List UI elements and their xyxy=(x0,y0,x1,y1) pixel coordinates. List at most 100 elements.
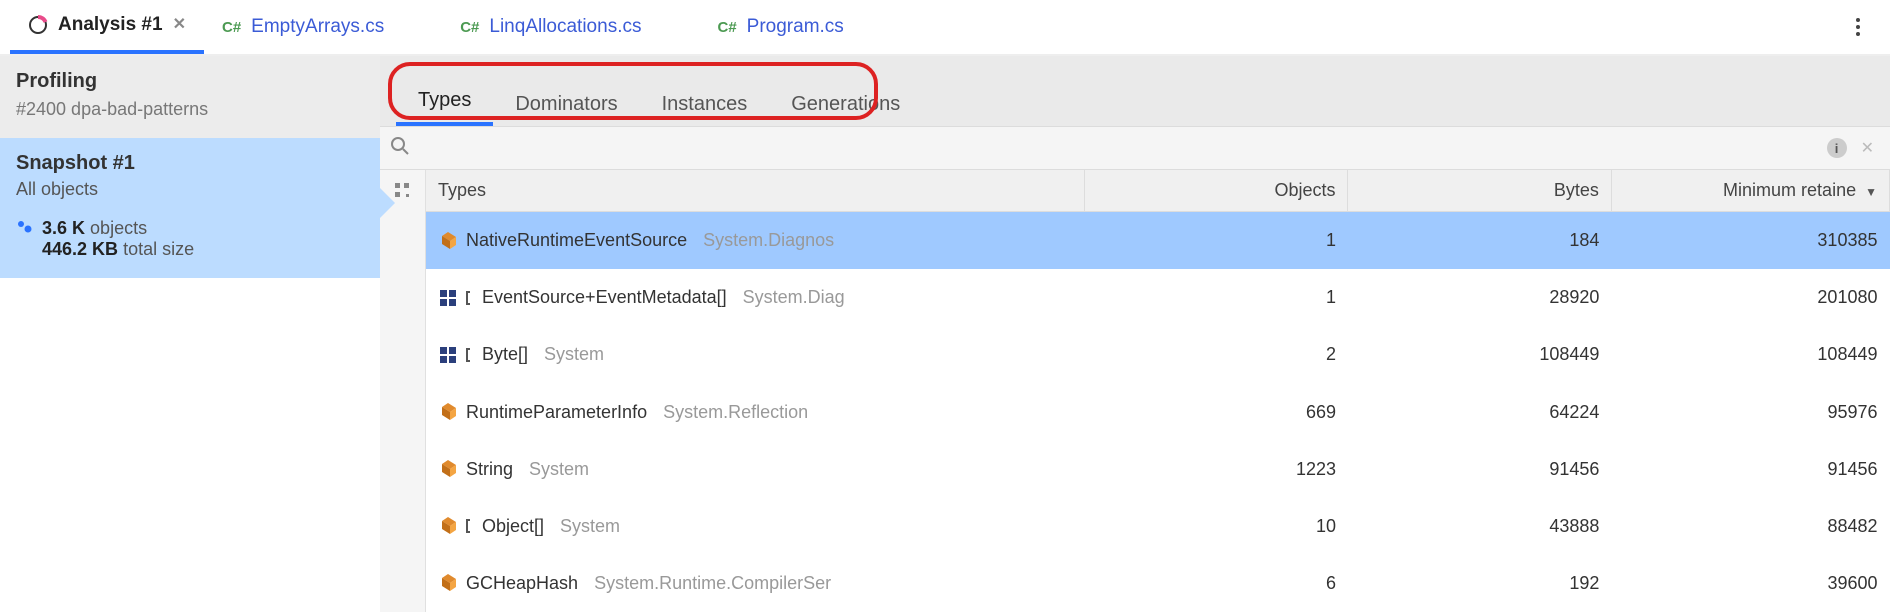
close-icon[interactable]: ✕ xyxy=(173,17,186,33)
type-namespace: System.Diagnos xyxy=(703,230,834,251)
type-name: String xyxy=(466,459,513,480)
cell-objects: 1223 xyxy=(1085,441,1348,498)
cell-objects: 6 xyxy=(1085,555,1348,612)
csharp-icon: C# xyxy=(717,19,736,36)
cell-objects: 2 xyxy=(1085,326,1348,383)
view-tab-types[interactable]: Types xyxy=(396,75,493,126)
tab-file-2[interactable]: C# Program.cs xyxy=(699,0,861,54)
table-row[interactable]: EventSource+EventMetadata[] System.Diag 12… xyxy=(426,269,1890,326)
cell-objects: 669 xyxy=(1085,384,1348,441)
cell-retained: 39600 xyxy=(1611,555,1889,612)
cell-bytes: 28920 xyxy=(1348,269,1611,326)
types-table: Types Objects Bytes Minimum retaine ▼ Na… xyxy=(426,170,1890,612)
search-input[interactable] xyxy=(418,139,1819,157)
info-icon[interactable]: i xyxy=(1827,138,1847,158)
type-namespace: System xyxy=(544,344,604,365)
analysis-icon xyxy=(28,15,48,35)
cell-bytes: 192 xyxy=(1348,555,1611,612)
cell-retained: 88482 xyxy=(1611,498,1889,555)
clear-search-icon[interactable]: ✕ xyxy=(1855,138,1880,158)
content-area: Types Dominators Instances Generations i… xyxy=(380,56,1890,612)
class-icon xyxy=(438,231,458,251)
profiling-subtitle: #2400 dpa-bad-patterns xyxy=(16,99,364,120)
view-tab-instances[interactable]: Instances xyxy=(640,79,770,126)
col-types[interactable]: Types xyxy=(426,170,1085,212)
table-row[interactable]: NativeRuntimeEventSourceSystem.Diagnos11… xyxy=(426,212,1890,270)
type-cell: NativeRuntimeEventSource System.Diagnos xyxy=(426,212,1085,270)
array-badge-icon xyxy=(464,518,474,534)
class-icon xyxy=(438,459,458,479)
type-namespace: System.Reflection xyxy=(663,402,808,423)
cell-bytes: 64224 xyxy=(1348,384,1611,441)
type-name: Object[] xyxy=(482,516,544,537)
type-name: NativeRuntimeEventSource xyxy=(466,230,687,251)
snapshot-block[interactable]: Snapshot #1 All objects 3.6 K objects 44… xyxy=(0,138,380,278)
snapshot-stats: 3.6 K objects 446.2 KB total size xyxy=(16,218,364,260)
snapshot-title: Snapshot #1 xyxy=(16,152,364,175)
cell-bytes: 43888 xyxy=(1348,498,1611,555)
cell-bytes: 184 xyxy=(1348,212,1611,270)
type-namespace: System xyxy=(529,459,589,480)
main-area: Profiling #2400 dpa-bad-patterns Snapsho… xyxy=(0,56,1890,612)
tab-file-1[interactable]: C# LinqAllocations.cs xyxy=(442,0,659,54)
tab-file-2-label: Program.cs xyxy=(747,16,844,38)
editor-tab-strip: Analysis #1 ✕ C# EmptyArrays.cs C# LinqA… xyxy=(0,0,1890,56)
tab-file-0[interactable]: C# EmptyArrays.cs xyxy=(204,0,402,54)
kebab-menu-icon[interactable] xyxy=(1836,18,1880,36)
types-table-wrap: Types Objects Bytes Minimum retaine ▼ Na… xyxy=(380,170,1890,612)
struct-icon xyxy=(438,345,458,365)
type-cell: Object[] System xyxy=(426,498,1085,555)
cell-retained: 91456 xyxy=(1611,441,1889,498)
cell-retained: 95976 xyxy=(1611,384,1889,441)
type-namespace: System xyxy=(560,516,620,537)
view-tab-generations[interactable]: Generations xyxy=(769,79,922,126)
col-objects[interactable]: Objects xyxy=(1085,170,1348,212)
search-row: i ✕ xyxy=(380,126,1890,170)
objects-icon xyxy=(16,218,34,236)
cell-objects: 10 xyxy=(1085,498,1348,555)
class-icon xyxy=(438,402,458,422)
type-name: Byte[] xyxy=(482,344,528,365)
view-tabs: Types Dominators Instances Generations xyxy=(380,56,1890,126)
view-tab-dominators[interactable]: Dominators xyxy=(493,79,639,126)
class-icon xyxy=(438,573,458,593)
array-badge-icon xyxy=(464,290,474,306)
table-row[interactable]: Object[] System 104388888482 xyxy=(426,498,1890,555)
class-icon xyxy=(438,516,458,536)
cell-retained: 310385 xyxy=(1611,212,1889,270)
type-cell: String System xyxy=(426,441,1085,498)
type-cell: GCHeapHash System.Runtime.CompilerSer xyxy=(426,555,1085,612)
type-cell: RuntimeParameterInfoSystem.Reflection xyxy=(426,384,1085,441)
csharp-icon: C# xyxy=(460,19,479,36)
table-row[interactable]: StringSystem12239145691456 xyxy=(426,441,1890,498)
type-name: EventSource+EventMetadata[] xyxy=(482,287,727,308)
tab-file-0-label: EmptyArrays.cs xyxy=(251,16,384,38)
col-retained-label: Minimum retaine xyxy=(1723,180,1856,200)
tab-analysis[interactable]: Analysis #1 ✕ xyxy=(10,0,204,54)
grouping-button[interactable] xyxy=(380,170,426,612)
objects-label: objects xyxy=(90,218,147,238)
col-retained[interactable]: Minimum retaine ▼ xyxy=(1611,170,1889,212)
type-namespace: System.Diag xyxy=(743,287,845,308)
col-bytes[interactable]: Bytes xyxy=(1348,170,1611,212)
size-value: 446.2 KB xyxy=(42,239,118,259)
cell-bytes: 91456 xyxy=(1348,441,1611,498)
table-row[interactable]: RuntimeParameterInfoSystem.Reflection669… xyxy=(426,384,1890,441)
array-badge-icon xyxy=(464,347,474,363)
sort-desc-icon: ▼ xyxy=(1865,185,1877,199)
cell-objects: 1 xyxy=(1085,269,1348,326)
type-name: GCHeapHash xyxy=(466,573,578,594)
type-namespace: System.Runtime.CompilerSer xyxy=(594,573,831,594)
table-row[interactable]: Byte[]System2108449108449 xyxy=(426,326,1890,383)
type-cell: EventSource+EventMetadata[] System.Diag xyxy=(426,269,1085,326)
sidebar: Profiling #2400 dpa-bad-patterns Snapsho… xyxy=(0,56,380,612)
tab-analysis-label: Analysis #1 xyxy=(58,14,163,36)
struct-icon xyxy=(438,288,458,308)
objects-count: 3.6 K xyxy=(42,218,85,238)
profiling-title: Profiling xyxy=(16,70,364,93)
profiling-block[interactable]: Profiling #2400 dpa-bad-patterns xyxy=(0,56,380,138)
search-icon xyxy=(390,136,410,161)
cell-retained: 108449 xyxy=(1611,326,1889,383)
table-row[interactable]: GCHeapHash System.Runtime.CompilerSer 6192… xyxy=(426,555,1890,612)
tab-file-1-label: LinqAllocations.cs xyxy=(489,16,641,38)
